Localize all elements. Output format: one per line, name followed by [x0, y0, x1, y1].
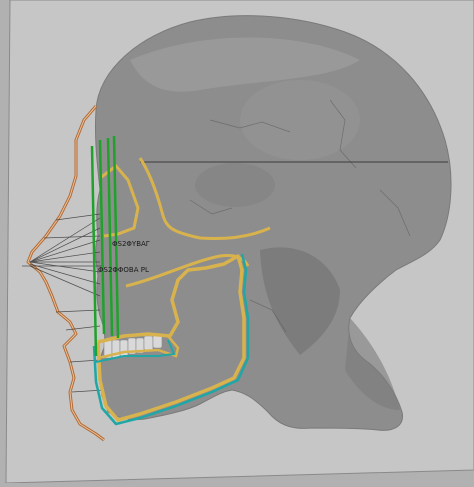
eye-readout-label: ΦS2ΦΥΒΑΓ [112, 240, 150, 248]
3d-viewport[interactable]: ΦS2ΦΥΒΑΓ ΦS2ΦΦΟΒΑ PL [0, 0, 474, 484]
mid-readout-label: ΦS2ΦΦΟΒΑ PL [98, 266, 149, 274]
viewport-canvas: ΦS2ΦΥΒΑΓ ΦS2ΦΦΟΒΑ PL [5, 0, 474, 484]
